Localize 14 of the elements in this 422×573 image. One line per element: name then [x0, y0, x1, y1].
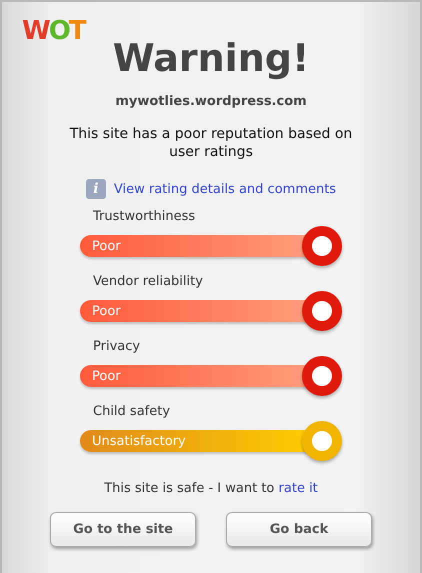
- rating-label: Privacy: [93, 339, 142, 356]
- go-to-site-button[interactable]: Go to the site: [50, 512, 196, 547]
- info-icon: i: [86, 179, 106, 199]
- site-domain: mywotlies.wordpress.com: [115, 94, 307, 109]
- rating-label: Vendor reliability: [93, 274, 204, 291]
- rate-it-link[interactable]: rate it: [278, 481, 318, 496]
- rating-label: Trustworthiness: [93, 209, 196, 226]
- rating-details-link[interactable]: View rating details and comments: [114, 182, 336, 196]
- safe-site-text: This site is safe - I want to rate it: [104, 481, 318, 496]
- logo: WOT: [22, 16, 85, 46]
- reputation-message: This site has a poor reputation based on user ratings: [68, 125, 354, 161]
- warning-title: Warning!: [112, 36, 310, 80]
- rating-label: Child safety: [93, 404, 172, 421]
- go-back-button[interactable]: Go back: [226, 512, 372, 547]
